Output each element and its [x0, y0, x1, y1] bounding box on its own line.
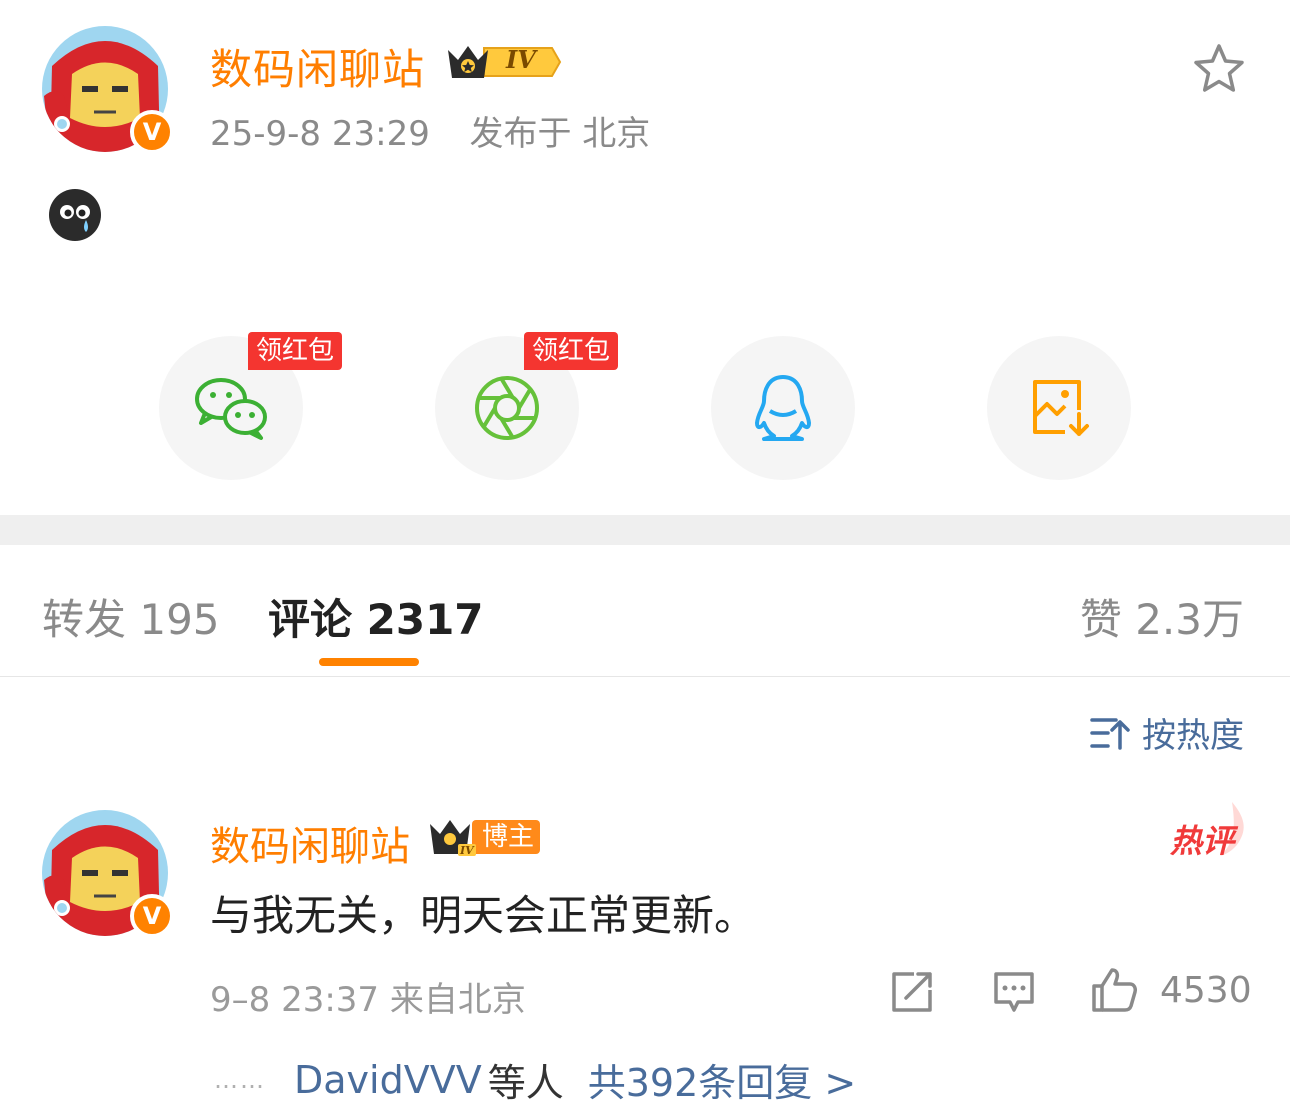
sort-by-hot-button[interactable]: 按热度	[1090, 708, 1244, 757]
save-image-button[interactable]	[987, 336, 1131, 480]
tab-comment[interactable]: 评论 2317	[268, 586, 484, 647]
active-tab-indicator	[319, 658, 419, 666]
wechat-icon	[195, 378, 267, 440]
reply-mid-text: 等人	[487, 1061, 564, 1105]
post-author-name[interactable]: 数码闲聊站	[210, 36, 425, 97]
red-packet-tag[interactable]: 领红包	[248, 332, 343, 370]
tab-repost[interactable]: 转发 195	[42, 586, 220, 647]
reply-summary[interactable]: …… DavidVVV 等人 共392条回复 >	[214, 1052, 856, 1107]
red-packet-tag[interactable]: 领红包	[524, 332, 619, 370]
verified-badge: V	[130, 894, 174, 938]
role-badge-text: 博主	[482, 822, 535, 852]
svg-text:IV: IV	[459, 844, 475, 856]
comment-like-button[interactable]: 4530	[1090, 966, 1252, 1014]
level-text: IV	[506, 45, 536, 74]
tab-like[interactable]: 赞 2.3万	[1080, 586, 1244, 647]
comment-reply-icon[interactable]	[992, 970, 1036, 1018]
author-avatar[interactable]: V	[42, 26, 174, 154]
section-separator	[0, 515, 1290, 545]
share-qq-button[interactable]	[711, 336, 855, 480]
comment-meta: 9–8 23:37 来自北京	[210, 980, 526, 1020]
moments-aperture-icon	[475, 376, 539, 440]
sort-icon	[1090, 717, 1130, 750]
crown-icon	[448, 46, 562, 78]
commenter-avatar[interactable]: V	[42, 810, 174, 938]
tabs-divider	[0, 676, 1290, 677]
verified-badge: V	[130, 110, 174, 154]
reply-dots: ……	[214, 1065, 266, 1094]
view-all-replies-link[interactable]: 共392条回复 >	[588, 1052, 856, 1107]
post-meta: 25-9-8 23:29 发布于 北京	[210, 106, 650, 155]
share-row: 领红包 领红包	[0, 332, 1290, 480]
level-crown-badge[interactable]: IV	[444, 40, 562, 88]
sort-label: 按热度	[1142, 716, 1244, 756]
favorite-star-icon[interactable]	[1192, 42, 1246, 100]
thumbs-up-icon	[1092, 968, 1137, 1012]
comment-repost-icon[interactable]	[890, 970, 934, 1018]
save-image-icon	[1033, 380, 1089, 436]
post-time: 25-9-8 23:29	[210, 114, 430, 154]
blogger-badge: IV 博主	[428, 814, 540, 860]
like-count: 4530	[1160, 969, 1252, 1011]
hot-comment-tag: 热评	[1170, 800, 1250, 864]
reply-user-link[interactable]: DavidVVV	[294, 1058, 482, 1102]
post-location: 发布于 北京	[469, 114, 651, 154]
comment-author-name[interactable]: 数码闲聊站	[210, 814, 410, 872]
qq-penguin-icon	[755, 375, 811, 441]
comment-text: 与我无关，明天会正常更新。	[210, 891, 757, 940]
hot-tag-text: 热评	[1170, 822, 1235, 860]
crying-face-icon	[48, 188, 102, 246]
